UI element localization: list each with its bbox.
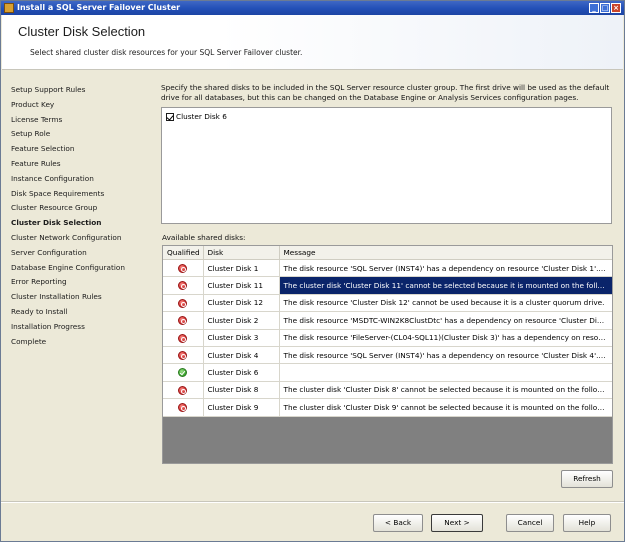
window-title: Install a SQL Server Failover Cluster (17, 3, 181, 12)
message-cell: The cluster disk 'Cluster Disk 9' cannot… (279, 398, 612, 417)
disk-row[interactable]: Cluster Disk 6 (163, 363, 612, 382)
qualified-cell (163, 311, 204, 330)
disk-row[interactable]: Cluster Disk 2 The disk resource 'MSDTC-W… (163, 311, 612, 330)
message-cell (279, 363, 612, 382)
disk-cell: Cluster Disk 9 (203, 398, 280, 417)
footer-separator (1, 501, 624, 503)
close-icon[interactable]: × (611, 3, 621, 13)
ok-check-icon (178, 368, 188, 378)
instructions-text: Specify the shared disks to be included … (161, 83, 610, 102)
error-circle-icon (178, 298, 188, 308)
message-cell: The disk resource 'SQL Server (INST4)' h… (279, 346, 612, 365)
error-circle-icon (178, 385, 188, 395)
setup-steps-nav: Setup Support Rules Product Key License Te… (11, 83, 151, 349)
nav-item-instance-configuration[interactable]: Instance Configuration (11, 172, 151, 187)
disk-row[interactable]: Cluster Disk 4 The disk resource 'SQL Ser… (163, 346, 612, 365)
minimize-icon[interactable]: _ (589, 3, 599, 13)
grid-header-row: Qualified Disk Message (163, 246, 612, 260)
setup-app-icon (4, 3, 14, 13)
disk-checkbox-row[interactable]: Cluster Disk 6 (166, 112, 227, 122)
page-subtitle: Select shared cluster disk resources for… (30, 48, 303, 57)
back-button[interactable]: < Back (373, 514, 423, 532)
setup-window: Install a SQL Server Failover Cluster _ □… (0, 0, 625, 542)
message-cell: The disk resource 'Cluster Disk 12' cann… (279, 294, 612, 313)
disk-row[interactable]: Cluster Disk 11 The cluster disk 'Cluster… (163, 276, 612, 295)
disk-row[interactable]: Cluster Disk 9 The cluster disk 'Cluster … (163, 398, 612, 417)
qualified-cell (163, 329, 204, 347)
column-header-qualified[interactable]: Qualified (163, 246, 204, 260)
nav-item-feature-rules[interactable]: Feature Rules (11, 157, 151, 172)
nav-item-installation-progress[interactable]: Installation Progress (11, 320, 151, 335)
qualified-cell (163, 346, 204, 365)
nav-item-cluster-installation-rules[interactable]: Cluster Installation Rules (11, 290, 151, 305)
message-cell: The cluster disk 'Cluster Disk 11' canno… (279, 276, 612, 295)
nav-item-complete[interactable]: Complete (11, 335, 151, 350)
error-circle-icon (178, 263, 188, 273)
nav-item-setup-role[interactable]: Setup Role (11, 127, 151, 142)
nav-item-ready-to-install[interactable]: Ready to Install (11, 305, 151, 320)
nav-item-database-engine-configuration[interactable]: Database Engine Configuration (11, 261, 151, 276)
column-header-message[interactable]: Message (279, 246, 612, 260)
nav-item-cluster-resource-group[interactable]: Cluster Resource Group (11, 201, 151, 216)
disk-cell: Cluster Disk 3 (203, 329, 280, 347)
message-cell: The disk resource 'FileServer-(CL04-SQL1… (279, 329, 612, 347)
help-button[interactable]: Help (563, 514, 611, 532)
qualified-cell (163, 276, 204, 295)
error-circle-icon (178, 281, 188, 291)
message-cell: The disk resource 'SQL Server (INST4)' h… (279, 259, 612, 278)
cancel-button[interactable]: Cancel (506, 514, 554, 532)
disk-checkbox-label: Cluster Disk 6 (176, 112, 227, 121)
maximize-icon[interactable]: □ (600, 3, 610, 13)
disk-row[interactable]: Cluster Disk 12 The disk resource 'Cluste… (163, 294, 612, 313)
message-cell: The cluster disk 'Cluster Disk 8' cannot… (279, 381, 612, 400)
disk-cell: Cluster Disk 8 (203, 381, 280, 400)
qualified-cell (163, 381, 204, 400)
column-header-disk[interactable]: Disk (203, 246, 280, 260)
available-disks-label: Available shared disks: (162, 233, 246, 242)
nav-item-feature-selection[interactable]: Feature Selection (11, 142, 151, 157)
nav-item-cluster-network-configuration[interactable]: Cluster Network Configuration (11, 231, 151, 246)
error-circle-icon (178, 403, 188, 413)
message-cell: The disk resource 'MSDTC-WIN2K8ClustDtc'… (279, 311, 612, 330)
nav-item-cluster-disk-selection[interactable]: Cluster Disk Selection (11, 216, 151, 231)
nav-item-setup-support-rules[interactable]: Setup Support Rules (11, 83, 151, 98)
page-header: Cluster Disk Selection Select shared clu… (2, 15, 623, 70)
nav-item-server-configuration[interactable]: Server Configuration (11, 246, 151, 261)
disk-cell: Cluster Disk 12 (203, 294, 280, 313)
disk-cell: Cluster Disk 1 (203, 259, 280, 278)
refresh-button[interactable]: Refresh (561, 470, 613, 488)
disk-cell: Cluster Disk 6 (203, 363, 280, 382)
page-title: Cluster Disk Selection (18, 24, 146, 39)
error-circle-icon (178, 350, 188, 360)
title-bar[interactable]: Install a SQL Server Failover Cluster _ □… (1, 1, 624, 15)
next-button[interactable]: Next > (431, 514, 483, 532)
disk-cell: Cluster Disk 11 (203, 276, 280, 295)
qualified-cell (163, 398, 204, 417)
selected-disks-list[interactable]: Cluster Disk 6 (161, 107, 612, 224)
window-controls: _ □ × (588, 3, 621, 13)
disk-checkbox[interactable] (166, 113, 174, 121)
qualified-cell (163, 294, 204, 313)
nav-item-product-key[interactable]: Product Key (11, 98, 151, 113)
error-circle-icon (178, 316, 188, 326)
nav-item-error-reporting[interactable]: Error Reporting (11, 275, 151, 290)
disk-cell: Cluster Disk 4 (203, 346, 280, 365)
qualified-cell (163, 363, 204, 382)
qualified-cell (163, 259, 204, 278)
available-disks-grid[interactable]: Qualified Disk Message Cluster Disk 1 The… (162, 245, 613, 464)
disk-row[interactable]: Cluster Disk 8 The cluster disk 'Cluster … (163, 381, 612, 400)
nav-item-disk-space-requirements[interactable]: Disk Space Requirements (11, 187, 151, 202)
disk-cell: Cluster Disk 2 (203, 311, 280, 330)
disk-row[interactable]: Cluster Disk 1 The disk resource 'SQL Ser… (163, 259, 612, 278)
error-circle-icon (178, 333, 188, 343)
main-content: Specify the shared disks to be included … (161, 83, 613, 102)
nav-item-license-terms[interactable]: License Terms (11, 113, 151, 128)
disk-row[interactable]: Cluster Disk 3 The disk resource 'FileSer… (163, 329, 612, 347)
